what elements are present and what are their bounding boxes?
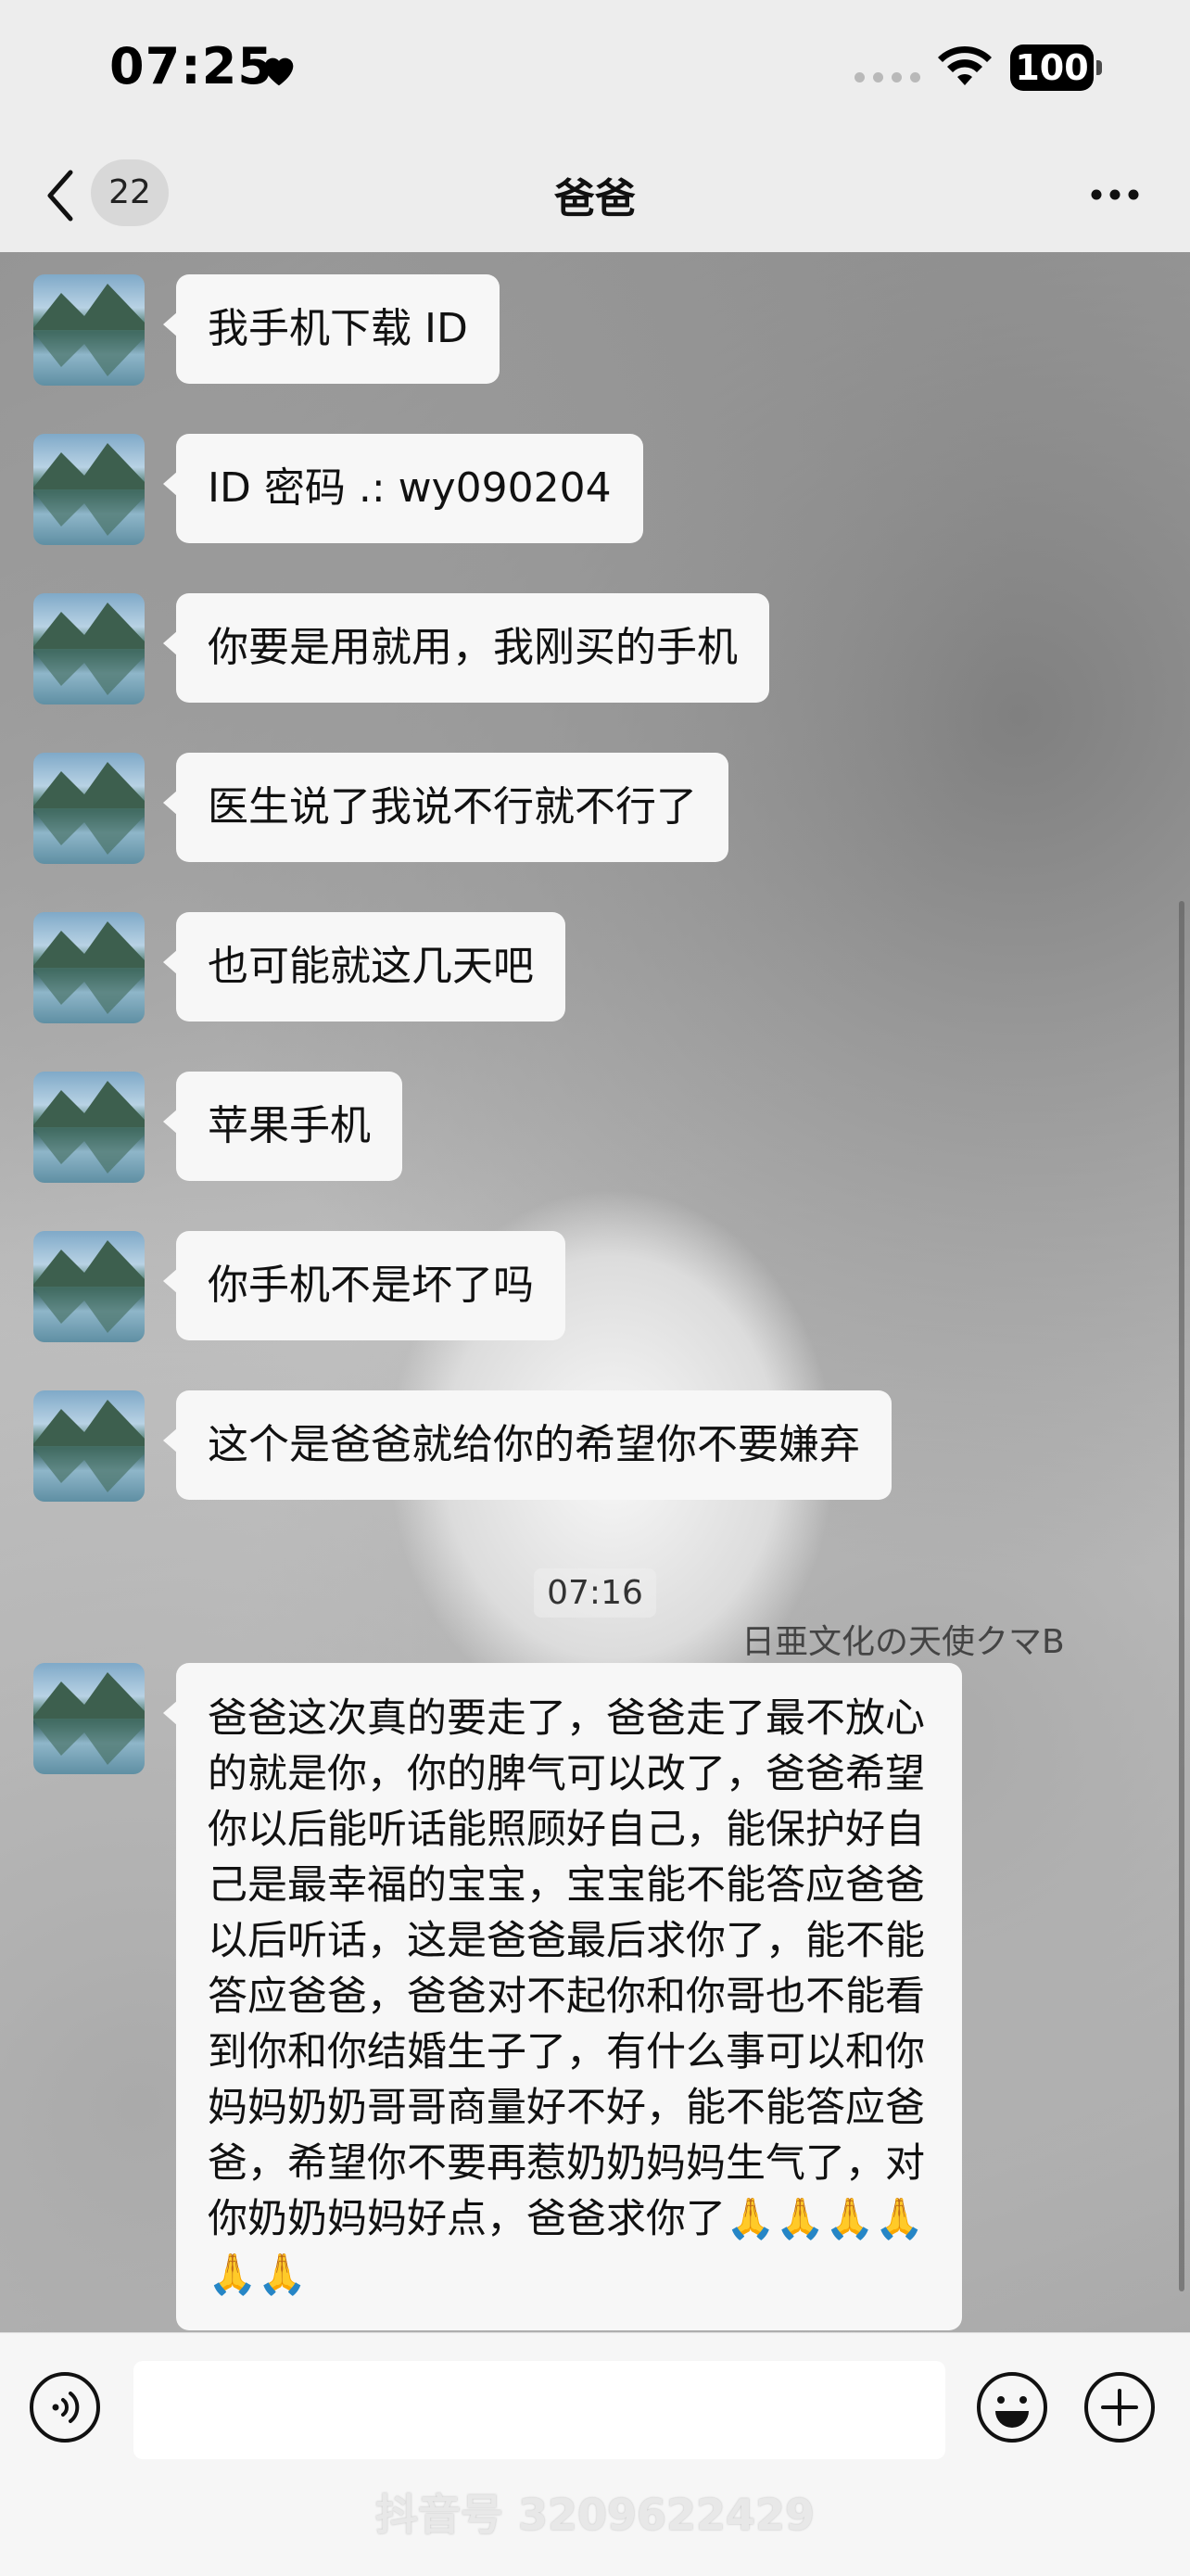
cellular-signal-icon bbox=[855, 72, 920, 82]
voice-input-icon[interactable] bbox=[28, 2370, 102, 2444]
add-more-icon[interactable] bbox=[1082, 2370, 1157, 2444]
battery-tip bbox=[1096, 60, 1102, 75]
more-options-icon[interactable] bbox=[1090, 187, 1140, 202]
contact-avatar[interactable] bbox=[33, 1390, 145, 1502]
message-row: 医生说了我说不行就不行了 bbox=[33, 753, 728, 864]
message-row: 爸爸这次真的要走了，爸爸走了最不放心的就是你，你的脾气可以改了，爸爸希望你以后能… bbox=[33, 1663, 962, 2330]
message-row: 苹果手机 bbox=[33, 1072, 402, 1183]
battery-indicator: 100 bbox=[1010, 44, 1094, 91]
message-bubble-long[interactable]: 爸爸这次真的要走了，爸爸走了最不放心的就是你，你的脾气可以改了，爸爸希望你以后能… bbox=[163, 1663, 962, 2330]
chat-message-area[interactable]: 我手机下载 ID ID 密码 .: wy090204 你要是用就用，我刚买的手机… bbox=[0, 252, 1190, 2332]
contact-avatar[interactable] bbox=[33, 593, 145, 704]
message-bubble[interactable]: 苹果手机 bbox=[163, 1072, 402, 1181]
message-bubble[interactable]: 也可能就这几天吧 bbox=[163, 912, 565, 1022]
wifi-icon bbox=[938, 45, 992, 85]
message-bubble[interactable]: 医生说了我说不行就不行了 bbox=[163, 753, 728, 862]
contact-avatar[interactable] bbox=[33, 753, 145, 864]
contact-avatar[interactable] bbox=[33, 1072, 145, 1183]
chat-title: 爸爸 bbox=[554, 175, 636, 222]
contact-avatar[interactable] bbox=[33, 912, 145, 1023]
message-text-input[interactable] bbox=[133, 2361, 945, 2459]
background-art-caption: 日亜文化の天使クマB bbox=[741, 1623, 1065, 1661]
input-bar: 抖音号 3209622429 bbox=[0, 2332, 1190, 2576]
contact-avatar[interactable] bbox=[33, 434, 145, 545]
heart-icon bbox=[264, 57, 294, 86]
message-row: 这个是爸爸就给你的希望你不要嫌弃 bbox=[33, 1390, 892, 1502]
message-bubble[interactable]: ID 密码 .: wy090204 bbox=[163, 434, 643, 543]
emoji-icon[interactable] bbox=[975, 2370, 1049, 2444]
message-row: 我手机下载 ID bbox=[33, 274, 500, 386]
message-timestamp: 07:16 bbox=[0, 1568, 1190, 1618]
message-bubble[interactable]: 你手机不是坏了吗 bbox=[163, 1231, 565, 1340]
status-bar: 07:25 100 bbox=[0, 0, 1190, 139]
chat-header: 22 爸爸 bbox=[0, 139, 1190, 253]
message-row: 你手机不是坏了吗 bbox=[33, 1231, 565, 1342]
douyin-watermark: 抖音号 3209622429 bbox=[374, 2490, 816, 2540]
scrollbar[interactable] bbox=[1179, 901, 1184, 2291]
message-row: ID 密码 .: wy090204 bbox=[33, 434, 643, 545]
message-row: 也可能就这几天吧 bbox=[33, 912, 565, 1023]
contact-avatar[interactable] bbox=[33, 1663, 145, 1774]
status-time: 07:25 bbox=[109, 37, 273, 95]
message-bubble[interactable]: 这个是爸爸就给你的希望你不要嫌弃 bbox=[163, 1390, 892, 1500]
message-bubble[interactable]: 你要是用就用，我刚买的手机 bbox=[163, 593, 769, 703]
message-bubble[interactable]: 我手机下载 ID bbox=[163, 274, 500, 384]
contact-avatar[interactable] bbox=[33, 274, 145, 386]
contact-avatar[interactable] bbox=[33, 1231, 145, 1342]
message-row: 你要是用就用，我刚买的手机 bbox=[33, 593, 769, 704]
